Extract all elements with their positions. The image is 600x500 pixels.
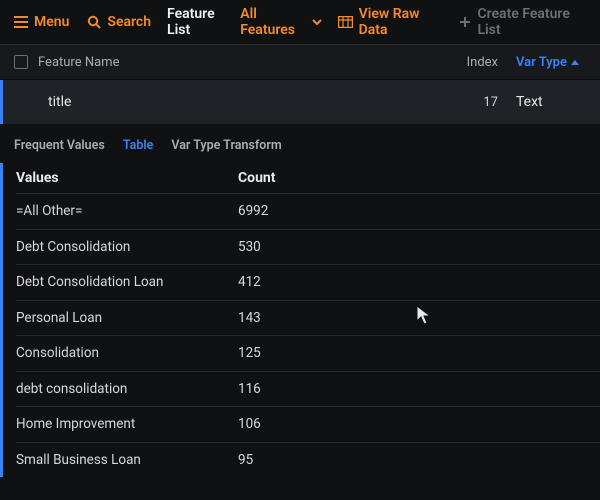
feature-list-title: Feature List xyxy=(167,6,234,38)
feature-set-dropdown[interactable]: All Features xyxy=(240,6,321,38)
values-cell-count: 116 xyxy=(238,381,308,397)
values-table-head: Values Count xyxy=(16,163,600,193)
create-feature-list-button[interactable]: Create Feature List xyxy=(453,0,590,44)
tab-var-type-transform[interactable]: Var Type Transform xyxy=(171,138,281,153)
values-cell-value: Small Business Loan xyxy=(16,452,238,468)
values-row[interactable]: Debt Consolidation Loan412 xyxy=(16,264,600,300)
col-header-var-type-label: Var Type xyxy=(516,55,567,70)
table-icon xyxy=(338,16,353,28)
col-header-index[interactable]: Index xyxy=(442,55,498,70)
col-header-feature-name[interactable]: Feature Name xyxy=(38,55,442,70)
col-header-var-type[interactable]: Var Type xyxy=(498,55,586,70)
feature-row-selected[interactable]: title 17 Text xyxy=(0,80,600,124)
values-row[interactable]: Personal Loan143 xyxy=(16,300,600,336)
values-table: Values Count =All Other=6992Debt Consoli… xyxy=(0,163,600,477)
values-cell-count: 106 xyxy=(238,416,308,432)
chevron-down-icon xyxy=(312,19,322,26)
feature-name-cell: title xyxy=(14,94,442,110)
tab-table[interactable]: Table xyxy=(123,138,154,153)
values-header-count[interactable]: Count xyxy=(238,170,308,186)
values-row[interactable]: Debt Consolidation530 xyxy=(16,229,600,265)
values-cell-value: Consolidation xyxy=(16,345,238,361)
menu-label: Menu xyxy=(34,14,69,30)
select-all-checkbox[interactable] xyxy=(14,55,28,69)
values-row[interactable]: debt consolidation116 xyxy=(16,371,600,407)
create-feature-list-label: Create Feature List xyxy=(477,6,584,38)
values-row[interactable]: Consolidation125 xyxy=(16,335,600,371)
values-cell-value: Debt Consolidation xyxy=(16,239,238,255)
tab-frequent-values[interactable]: Frequent Values xyxy=(14,138,105,153)
values-cell-count: 530 xyxy=(238,239,308,255)
values-cell-value: Personal Loan xyxy=(16,310,238,326)
feature-list-title-group: Feature List All Features xyxy=(163,0,326,44)
hamburger-icon xyxy=(14,16,28,28)
column-header-row: Feature Name Index Var Type xyxy=(0,44,600,80)
menu-button[interactable]: Menu xyxy=(8,8,75,36)
values-cell-count: 143 xyxy=(238,310,308,326)
values-cell-count: 412 xyxy=(238,274,308,290)
values-header-values[interactable]: Values xyxy=(16,170,238,186)
plus-icon xyxy=(459,16,471,28)
values-cell-count: 6992 xyxy=(238,203,308,219)
values-row[interactable]: Home Improvement106 xyxy=(16,406,600,442)
feature-index-cell: 17 xyxy=(442,95,498,110)
view-raw-data-label: View Raw Data xyxy=(359,6,442,38)
search-icon xyxy=(87,15,101,29)
feature-set-label: All Features xyxy=(240,6,306,38)
values-cell-count: 95 xyxy=(238,452,308,468)
feature-vartype-cell: Text xyxy=(498,94,586,110)
search-label: Search xyxy=(107,14,151,30)
subtabs: Frequent Values Table Var Type Transform xyxy=(0,124,600,163)
values-cell-value: =All Other= xyxy=(16,203,238,219)
values-cell-value: debt consolidation xyxy=(16,381,238,397)
search-button[interactable]: Search xyxy=(81,8,157,36)
view-raw-data-button[interactable]: View Raw Data xyxy=(332,0,448,44)
values-cell-value: Home Improvement xyxy=(16,416,238,432)
values-cell-count: 125 xyxy=(238,345,308,361)
app-root: Menu Search Feature List All Features Vi… xyxy=(0,0,600,500)
sort-asc-icon xyxy=(571,60,579,65)
values-row[interactable]: =All Other=6992 xyxy=(16,193,600,229)
values-row[interactable]: Small Business Loan95 xyxy=(16,442,600,478)
values-table-body: =All Other=6992Debt Consolidation530Debt… xyxy=(16,193,600,477)
values-cell-value: Debt Consolidation Loan xyxy=(16,274,238,290)
top-bar: Menu Search Feature List All Features Vi… xyxy=(0,0,600,44)
